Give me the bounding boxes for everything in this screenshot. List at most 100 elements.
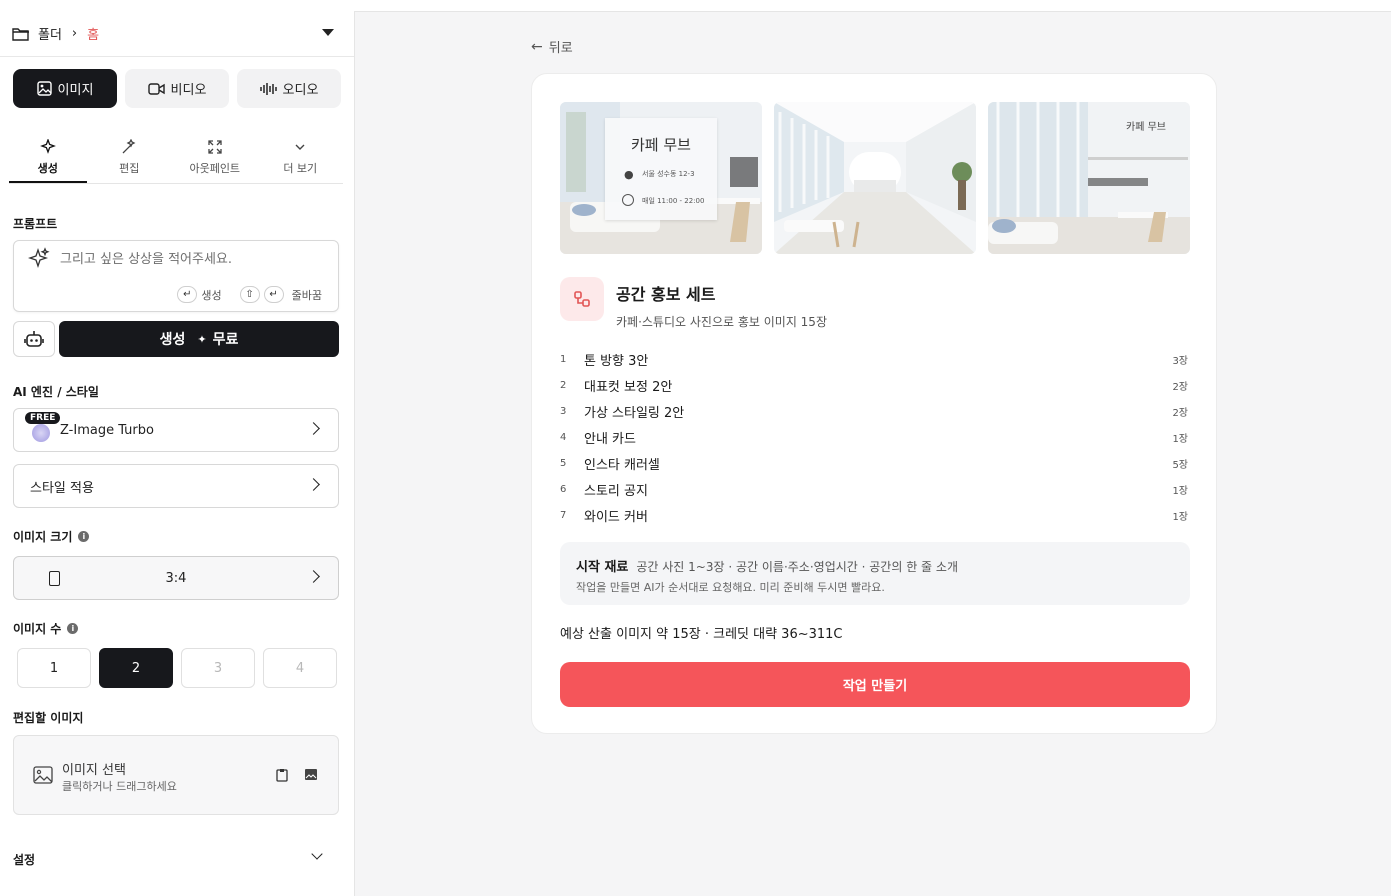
tab-image[interactable]: 이미지 xyxy=(13,69,117,108)
materials-box: 시작 재료 공간 사진 1~3장 · 공간 이름·주소·영업시간 · 공간의 한 … xyxy=(560,542,1190,605)
count-options: 1 2 3 4 xyxy=(17,648,337,688)
count-label: 이미지 수 i xyxy=(13,620,79,637)
list-item: 3 가상 스타일링 2안 2장 xyxy=(560,398,1190,424)
clipboard-icon[interactable] xyxy=(276,768,288,782)
list-item: 1 톤 방향 3안 3장 xyxy=(560,346,1190,372)
item-label: 톤 방향 3안 xyxy=(584,353,649,369)
settings-label: 설정 xyxy=(13,853,36,867)
count-option-4[interactable]: 4 xyxy=(263,648,337,688)
enter-key-icon: ↵ xyxy=(263,286,284,303)
item-label: 스토리 공지 xyxy=(584,483,648,499)
clock-icon xyxy=(622,194,634,206)
image-icon xyxy=(36,81,52,96)
folder-icon xyxy=(12,27,29,41)
back-label: 뒤로 xyxy=(548,41,573,56)
item-number: 3 xyxy=(560,405,567,417)
video-icon xyxy=(147,82,165,95)
style-select[interactable]: 스타일 적용 xyxy=(13,464,339,508)
generate-button[interactable]: 생성 ✦ 무료 xyxy=(59,321,339,357)
size-value: 3:4 xyxy=(165,570,187,586)
list-item: 6 스토리 공지 1장 xyxy=(560,476,1190,502)
generate-label: 생성 xyxy=(159,332,186,348)
media-tabs: 이미지 비디오 오디오 xyxy=(13,69,341,108)
shift-key-icon: ⇧ xyxy=(239,286,260,303)
robot-icon xyxy=(24,331,44,347)
chevron-right-icon xyxy=(307,422,320,435)
tab-more-label: 더 보기 xyxy=(283,162,318,175)
tab-audio[interactable]: 오디오 xyxy=(237,69,341,108)
count-option-1[interactable]: 1 xyxy=(17,648,91,688)
gallery-icon[interactable] xyxy=(304,768,318,781)
tab-generate[interactable]: 생성 xyxy=(9,135,87,183)
item-number: 4 xyxy=(560,431,567,443)
item-label: 가상 스타일링 2안 xyxy=(584,405,685,421)
list-item: 7 와이드 커버 1장 xyxy=(560,502,1190,528)
image-dropzone[interactable]: 이미지 선택 클릭하거나 드래그하세요 xyxy=(13,735,339,815)
count-option-3[interactable]: 3 xyxy=(181,648,255,688)
tab-outpaint-label: 아웃페인트 xyxy=(189,162,241,175)
edit-image-label: 편집할 이미지 xyxy=(13,711,84,725)
image-icon xyxy=(33,766,53,784)
chevron-down-icon xyxy=(295,144,305,150)
item-count: 2장 xyxy=(1172,381,1188,393)
style-label: 스타일 적용 xyxy=(30,480,94,496)
dropzone-title: 이미지 선택 xyxy=(62,763,126,778)
prompt-hints: ↵ 생성 ⇧ ↵ 줄바꿈 xyxy=(177,286,322,303)
sign-hours: 매일 11:00 - 22:00 xyxy=(642,197,705,205)
hint-newline: 줄바꿈 xyxy=(291,288,322,302)
step-list: 1 톤 방향 3안 3장 2 대표컷 보정 2안 2장 3 가상 스타일링 2안 2장 4 안… xyxy=(560,346,1190,528)
breadcrumb: 폴더 › 홈 xyxy=(0,11,354,57)
item-label: 와이드 커버 xyxy=(584,509,648,525)
size-select[interactable]: 3:4 xyxy=(13,556,339,600)
tab-edit[interactable]: 편집 xyxy=(87,135,172,183)
list-item: 5 인스타 캐러셀 5장 xyxy=(560,450,1190,476)
item-number: 5 xyxy=(560,457,567,469)
count-option-2[interactable]: 2 xyxy=(99,648,173,688)
hint-generate: 생성 xyxy=(201,288,222,302)
materials-label: 시작 재료 xyxy=(576,560,629,575)
chevron-right-icon: › xyxy=(71,26,78,41)
free-badge: FREE xyxy=(25,412,61,424)
tab-video[interactable]: 비디오 xyxy=(125,69,229,108)
mode-tabs: 생성 편집 아웃페인트 더 보기 xyxy=(9,135,343,184)
assistant-button[interactable] xyxy=(13,321,55,357)
set-header: 공간 홍보 세트 카페·스튜디오 사진으로 홍보 이미지 15장 xyxy=(560,277,827,330)
template-card: 카페 무브 ● 서울 성수동 12-3 매일 11:00 - 22:00 카페 … xyxy=(531,73,1217,734)
info-icon[interactable]: i xyxy=(78,531,90,542)
prompt-input[interactable]: 그리고 싶은 상상을 적어주세요. ↵ 생성 ⇧ ↵ 줄바꿈 xyxy=(13,240,339,312)
item-label: 안내 카드 xyxy=(584,431,636,447)
item-number: 2 xyxy=(560,379,567,391)
settings-section[interactable]: 설정 xyxy=(13,848,333,868)
tab-edit-label: 편집 xyxy=(119,162,140,175)
expand-icon xyxy=(208,140,222,154)
item-count: 1장 xyxy=(1172,433,1188,445)
audio-wave-icon xyxy=(259,82,277,95)
caret-down-icon[interactable] xyxy=(322,29,334,36)
breadcrumb-folder[interactable]: 폴더 xyxy=(38,24,62,43)
map-pin-icon: ● xyxy=(624,168,634,181)
arrow-left-icon: ← xyxy=(531,38,543,55)
workflow-icon xyxy=(560,277,604,321)
item-count: 5장 xyxy=(1172,459,1188,471)
back-link[interactable]: ← 뒤로 xyxy=(531,37,573,57)
item-number: 7 xyxy=(560,509,567,521)
window-sign-title: 카페 무브 xyxy=(1126,122,1166,133)
photo-interior xyxy=(774,102,976,254)
item-number: 6 xyxy=(560,483,567,495)
tab-more[interactable]: 더 보기 xyxy=(258,135,343,183)
info-icon[interactable]: i xyxy=(67,623,79,634)
model-select[interactable]: FREE Z-Image Turbo xyxy=(13,408,339,452)
tab-outpaint[interactable]: 아웃페인트 xyxy=(172,135,257,183)
create-job-button[interactable]: 작업 만들기 xyxy=(560,662,1190,707)
item-count: 1장 xyxy=(1172,511,1188,523)
tab-video-label: 비디오 xyxy=(170,83,207,98)
model-name: Z-Image Turbo xyxy=(60,422,154,438)
enter-key-icon: ↵ xyxy=(177,286,198,303)
size-label: 이미지 크기 i xyxy=(13,528,90,545)
breadcrumb-home[interactable]: 홈 xyxy=(87,24,99,43)
size-label-text: 이미지 크기 xyxy=(13,530,73,544)
estimate-text: 예상 산출 이미지 약 15장 · 크레딧 대략 36~311C xyxy=(560,627,843,642)
sign-card: 카페 무브 ● 서울 성수동 12-3 매일 11:00 - 22:00 xyxy=(605,118,717,220)
item-count: 2장 xyxy=(1172,407,1188,419)
sign-title: 카페 무브 xyxy=(631,136,691,154)
